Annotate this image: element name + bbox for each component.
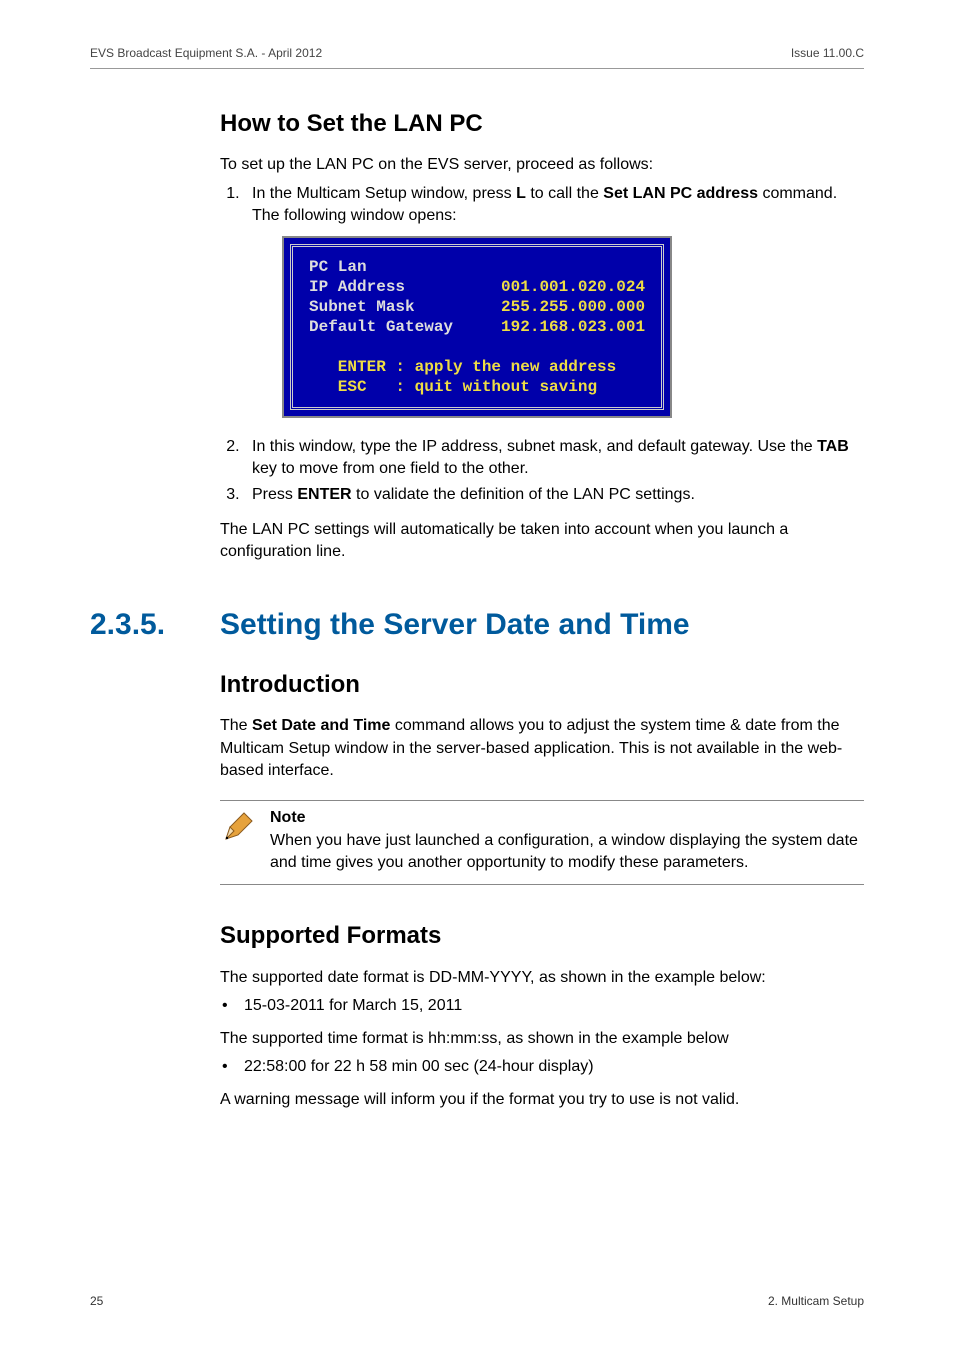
- page-number: 25: [90, 1293, 103, 1310]
- page: EVS Broadcast Equipment S.A. - April 201…: [0, 0, 954, 1350]
- bullet-list: 22:58:00 for 22 h 58 min 00 sec (24-hour…: [220, 1056, 864, 1078]
- key-label: TAB: [817, 438, 849, 455]
- dos-value: 255.255.000.000: [501, 298, 645, 316]
- steps-list: In the Multicam Setup window, press L to…: [220, 183, 864, 507]
- body-text: A warning message will inform you if the…: [220, 1089, 864, 1111]
- list-item: In this window, type the IP address, sub…: [244, 436, 864, 481]
- body-text: to validate the definition of the LAN PC…: [352, 486, 695, 503]
- list-item: Press ENTER to validate the definition o…: [244, 484, 864, 506]
- section-title-formats: Supported Formats: [220, 919, 864, 953]
- list-item: 22:58:00 for 22 h 58 min 00 sec (24-hour…: [222, 1056, 864, 1078]
- header-right: Issue 11.00.C: [791, 45, 864, 62]
- pencil-icon: [220, 807, 270, 874]
- list-item: In the Multicam Setup window, press L to…: [244, 183, 864, 432]
- main-heading: 2.3.5. Setting the Server Date and Time: [90, 604, 864, 646]
- header-left: EVS Broadcast Equipment S.A. - April 201…: [90, 45, 322, 62]
- section-title-intro: Introduction: [220, 668, 864, 702]
- body-text: key to move from one field to the other.: [252, 460, 529, 477]
- dos-hint: ESC : quit without saving: [309, 378, 597, 396]
- main-content: How to Set the LAN PC To set up the LAN …: [220, 107, 864, 1111]
- section-title-lanpc: How to Set the LAN PC: [220, 107, 864, 141]
- body-text: to call the: [526, 185, 603, 202]
- body-text: The LAN PC settings will automatically b…: [220, 519, 864, 564]
- note-block: Note When you have just launched a confi…: [220, 800, 864, 885]
- footer-right: 2. Multicam Setup: [768, 1293, 864, 1310]
- command-name: Set LAN PC address: [603, 185, 758, 202]
- page-footer: 25 2. Multicam Setup: [90, 1293, 864, 1310]
- body-text: To set up the LAN PC on the EVS server, …: [220, 154, 864, 176]
- key-label: L: [516, 185, 526, 202]
- dos-hint: ENTER : apply the new address: [309, 358, 616, 376]
- heading-number: 2.3.5.: [90, 604, 220, 646]
- dos-line: IP Address: [309, 278, 501, 296]
- dos-window: PC Lan IP Address 001.001.020.024 Subnet…: [282, 236, 672, 418]
- dos-line: Subnet Mask: [309, 298, 501, 316]
- note-label: Note: [270, 809, 306, 826]
- body-text: In this window, type the IP address, sub…: [252, 438, 817, 455]
- dos-value: 001.001.020.024: [501, 278, 645, 296]
- page-header: EVS Broadcast Equipment S.A. - April 201…: [90, 45, 864, 69]
- body-text: The Set Date and Time command allows you…: [220, 715, 864, 782]
- body-text: The supported date format is DD-MM-YYYY,…: [220, 967, 864, 989]
- dos-inner: PC Lan IP Address 001.001.020.024 Subnet…: [290, 244, 664, 410]
- note-body: When you have just launched a configurat…: [270, 832, 858, 871]
- body-text: Press: [252, 486, 297, 503]
- key-label: ENTER: [297, 486, 351, 503]
- note-text: Note When you have just launched a confi…: [270, 807, 864, 874]
- list-item: 15-03-2011 for March 15, 2011: [222, 995, 864, 1017]
- bullet-list: 15-03-2011 for March 15, 2011: [220, 995, 864, 1017]
- body-text: The supported time format is hh:mm:ss, a…: [220, 1028, 864, 1050]
- body-text: In the Multicam Setup window, press: [252, 185, 516, 202]
- body-text: The: [220, 717, 252, 734]
- dos-line: Default Gateway: [309, 318, 501, 336]
- dos-value: 192.168.023.001: [501, 318, 645, 336]
- heading-title: Setting the Server Date and Time: [220, 604, 690, 646]
- dos-line: PC Lan: [309, 258, 367, 276]
- command-name: Set Date and Time: [252, 717, 390, 734]
